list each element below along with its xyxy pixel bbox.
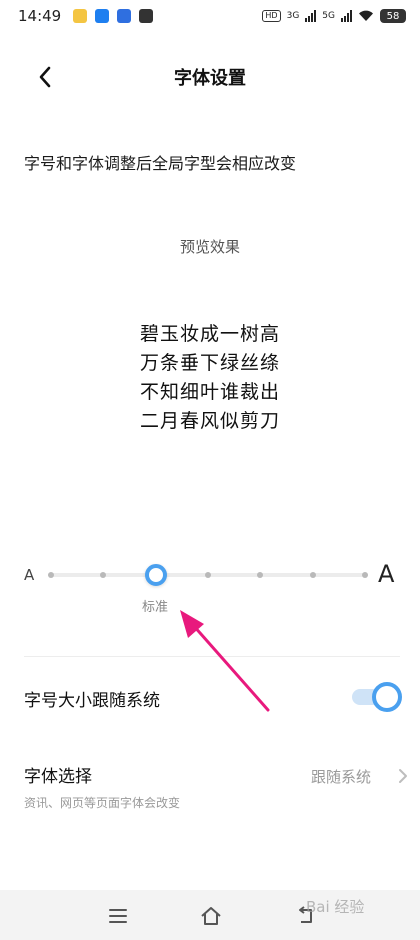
- menu-icon: [109, 909, 127, 923]
- preview-label: 预览效果: [179, 238, 240, 256]
- font-size-slider[interactable]: A A 标准: [0, 556, 420, 620]
- slider-tick[interactable]: [100, 572, 106, 578]
- toggle-knob: [372, 682, 402, 712]
- poem-line: 碧玉妆成一树高: [139, 323, 280, 345]
- large-font-label: A: [378, 560, 395, 588]
- status-bar: 14:49 HD 3G 5G 58: [0, 0, 420, 32]
- status-right: HD 3G 5G 58: [262, 9, 406, 23]
- follow-system-label: 字号大小跟随系统: [24, 691, 160, 711]
- chevron-right-icon: [399, 769, 407, 783]
- font-choice-subtitle: 资讯、网页等页面字体会改变: [24, 796, 181, 810]
- network-5g-label: 5G: [322, 11, 335, 21]
- home-button[interactable]: [197, 902, 225, 930]
- poem-line: 万条垂下绿丝绦: [139, 352, 280, 374]
- wifi-icon: [359, 10, 373, 21]
- status-time: 14:49: [18, 7, 62, 25]
- chevron-left-icon: [39, 66, 51, 88]
- signal-icon-2: [341, 10, 352, 22]
- header: 字体设置: [0, 52, 420, 102]
- font-choice-label: 字体选择: [24, 767, 92, 787]
- description-text: 字号和字体调整后全局字型会相应改变: [24, 154, 297, 173]
- zhihu-app-icon: [95, 9, 110, 23]
- divider: [24, 656, 400, 657]
- small-font-label: A: [24, 566, 35, 584]
- menu-button[interactable]: [104, 902, 132, 930]
- slider-tick[interactable]: [48, 572, 54, 578]
- hd-voice-icon: HD: [262, 10, 281, 22]
- home-icon: [201, 907, 221, 925]
- status-left: 14:49: [18, 7, 154, 25]
- back-button[interactable]: [30, 62, 60, 92]
- slider-tick[interactable]: [205, 572, 211, 578]
- follow-system-row: 字号大小跟随系统: [0, 670, 420, 726]
- follow-system-toggle[interactable]: [352, 682, 402, 712]
- slider-tick[interactable]: [362, 572, 368, 578]
- network-3g-label: 3G: [286, 11, 300, 21]
- slider-caption: 标准: [142, 600, 169, 615]
- message-app-icon: [139, 9, 154, 23]
- poem-line: 不知细叶谁裁出: [139, 381, 280, 403]
- slider-tick[interactable]: [257, 572, 263, 578]
- watermark: Bai 经验: [306, 898, 365, 916]
- font-choice-value: 跟随系统: [311, 768, 372, 786]
- battery-icon: 58: [380, 9, 406, 23]
- preview-poem: 碧玉妆成一树高 万条垂下绿丝绦 不知细叶谁裁出 二月春风似剪刀: [0, 320, 420, 436]
- poem-line: 二月春风似剪刀: [139, 410, 280, 432]
- slider-tick[interactable]: [310, 572, 316, 578]
- font-choice-row[interactable]: 字体选择 资讯、网页等页面字体会改变 跟随系统: [0, 756, 420, 820]
- weibo-app-icon: [73, 9, 88, 23]
- signal-icon: [305, 10, 317, 22]
- slider-thumb[interactable]: [145, 564, 167, 586]
- translate-app-icon: [117, 9, 132, 23]
- page-title: 字体设置: [174, 68, 246, 89]
